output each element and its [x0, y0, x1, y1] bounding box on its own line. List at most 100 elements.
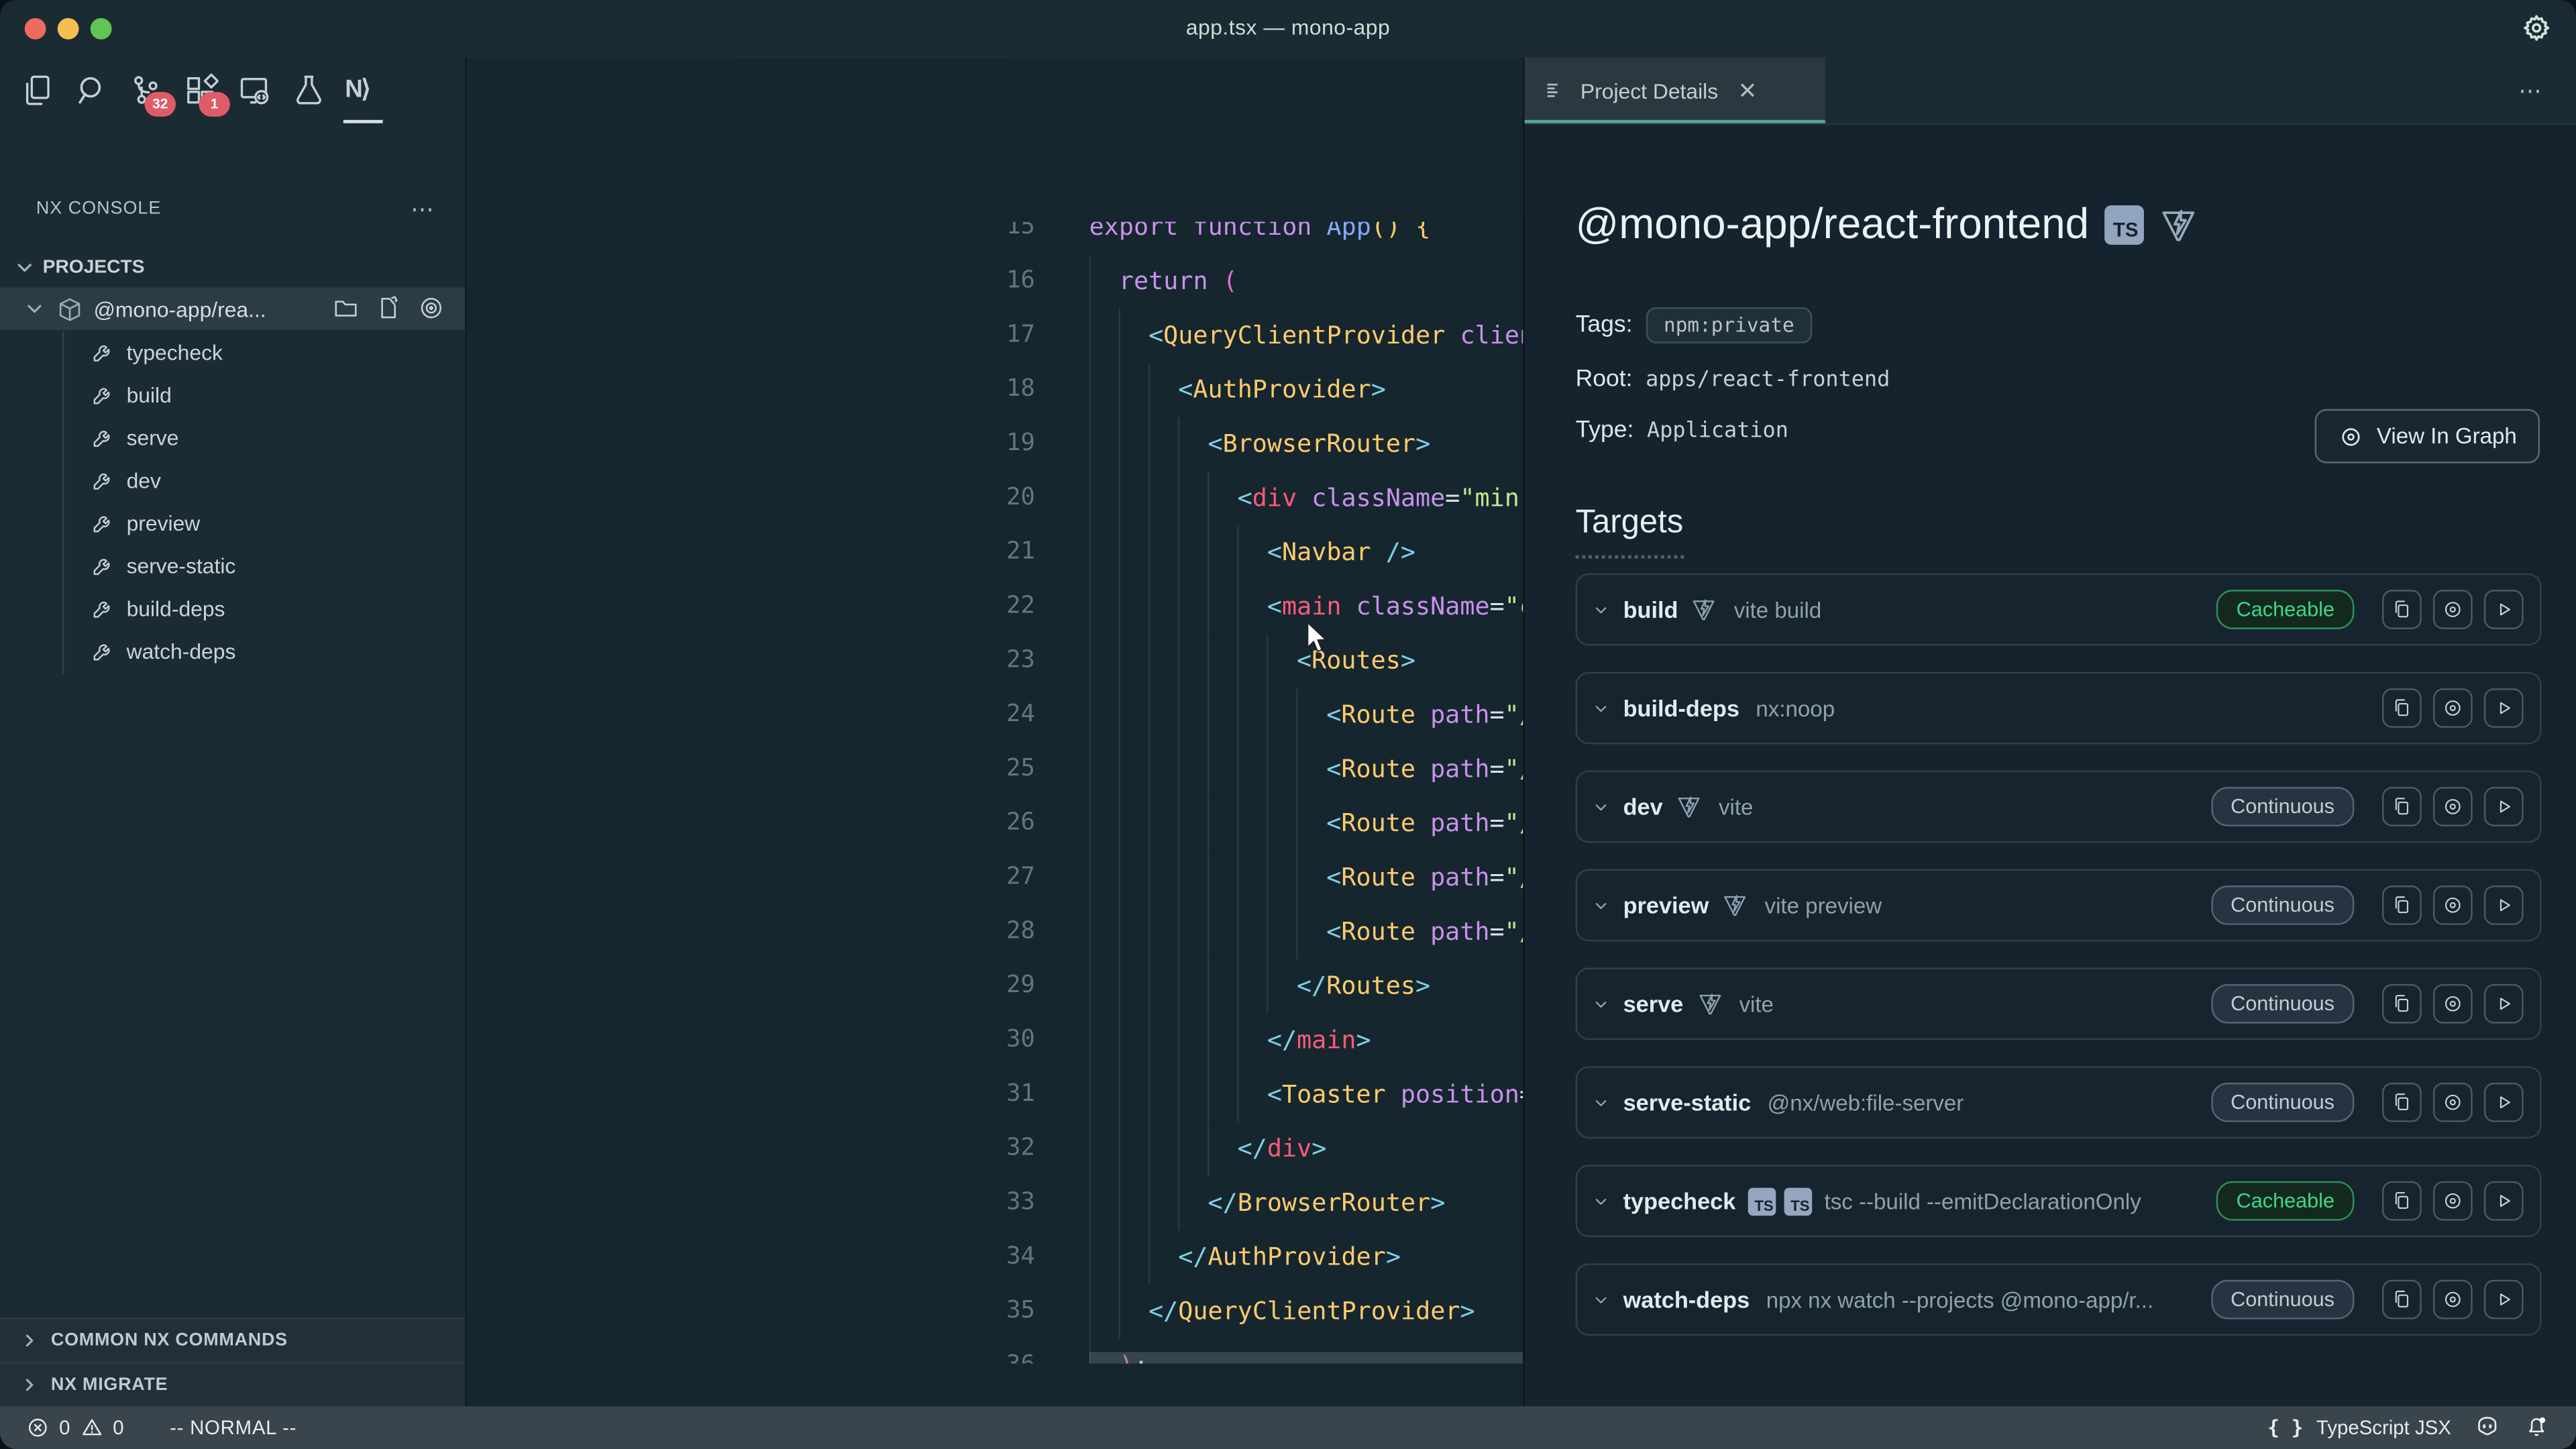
sidebar-section-nx-migrate[interactable]: NX MIGRATE: [0, 1362, 465, 1406]
view-icon: [2441, 696, 2464, 719]
view-button[interactable]: [2433, 688, 2473, 728]
run-button[interactable]: [2484, 984, 2524, 1024]
sidebar-target-build-deps[interactable]: build-deps: [0, 586, 465, 629]
sidebar-section-common-nx-commands[interactable]: COMMON NX COMMANDS: [0, 1318, 465, 1362]
target-name: serve: [1623, 991, 1684, 1017]
chevron-down-icon[interactable]: [1592, 1192, 1610, 1210]
editor-pane[interactable]: 15export function App() {16return (17<Qu…: [467, 58, 1523, 1407]
copy-icon: [2390, 1091, 2413, 1114]
copy-button[interactable]: [2382, 1280, 2422, 1320]
chevron-down-icon[interactable]: [1592, 995, 1610, 1013]
copy-button[interactable]: [2382, 787, 2422, 826]
title-bar: app.tsx — mono-app: [0, 0, 2576, 58]
sidebar-target-build[interactable]: build: [0, 373, 465, 416]
run-button[interactable]: [2484, 1083, 2524, 1122]
view-button[interactable]: [2433, 1181, 2473, 1221]
target-label: watch-deps: [127, 638, 236, 663]
target-command: @nx/web:file-server: [1768, 1090, 2211, 1115]
target-card-dev[interactable]: dev viteContinuous: [1576, 771, 2542, 843]
copy-button[interactable]: [2382, 688, 2422, 728]
sidebar-more-actions[interactable]: ⋯: [411, 195, 435, 223]
view-in-graph-button[interactable]: View In Graph: [2314, 409, 2540, 464]
copy-button[interactable]: [2382, 1181, 2422, 1221]
sidebar-target-typecheck[interactable]: typecheck: [0, 330, 465, 373]
target-card-build-deps[interactable]: build-depsnx:noop: [1576, 672, 2542, 745]
line-number: 16: [933, 255, 1035, 309]
view-button[interactable]: [2433, 885, 2473, 925]
run-button[interactable]: [2484, 1280, 2524, 1320]
remote-explorer-icon[interactable]: [237, 72, 273, 109]
tab-project-details[interactable]: Project Details ✕: [1525, 58, 1825, 123]
settings-gear-icon[interactable]: [2520, 11, 2553, 44]
chevron-down-icon[interactable]: [1592, 600, 1610, 619]
line-number: 33: [933, 1176, 1035, 1230]
search-icon[interactable]: [74, 72, 110, 109]
view-button[interactable]: [2433, 984, 2473, 1024]
chevron-down-icon[interactable]: [1592, 1291, 1610, 1309]
activity-bar: 32 1: [0, 58, 484, 123]
run-button[interactable]: [2484, 590, 2524, 629]
run-button[interactable]: [2484, 1181, 2524, 1221]
target-card-serve[interactable]: serve viteContinuous: [1576, 967, 2542, 1040]
target-card-preview[interactable]: preview vite previewContinuous: [1576, 869, 2542, 942]
open-config-icon[interactable]: [374, 294, 402, 327]
project-row[interactable]: @mono-app/rea...: [0, 288, 465, 331]
notifications-bell-icon[interactable]: [2524, 1412, 2550, 1444]
type-value: Application: [1647, 418, 1788, 443]
target-command: vite: [1739, 991, 2210, 1016]
chevron-down-icon[interactable]: [1592, 1093, 1610, 1112]
copy-button[interactable]: [2382, 885, 2422, 925]
target-card-watch-deps[interactable]: watch-depsnpx nx watch --projects @mono-…: [1576, 1263, 2542, 1336]
panel-more-actions[interactable]: ⋯: [2518, 77, 2543, 105]
view-button[interactable]: [2433, 590, 2473, 629]
copy-button[interactable]: [2382, 590, 2422, 629]
testing-beaker-icon[interactable]: [290, 72, 327, 109]
run-icon: [2492, 1189, 2515, 1212]
copy-icon: [2390, 1189, 2413, 1212]
copy-button[interactable]: [2382, 1083, 2422, 1122]
copy-icon: [2390, 992, 2413, 1015]
target-card-serve-static[interactable]: serve-static@nx/web:file-serverContinuou…: [1576, 1066, 2542, 1138]
target-card-build[interactable]: build vite buildCacheable: [1576, 574, 2542, 646]
sidebar-target-dev[interactable]: dev: [0, 458, 465, 501]
sidebar-target-preview[interactable]: preview: [0, 501, 465, 544]
target-command: tsc --build --emitDeclarationOnly: [1825, 1189, 2217, 1214]
chevron-down-icon[interactable]: [1592, 896, 1610, 914]
source-control-icon[interactable]: 32: [128, 72, 164, 109]
sidebar-target-serve[interactable]: serve: [0, 416, 465, 459]
projects-section-header[interactable]: PROJECTS: [0, 248, 465, 288]
target-label: serve: [127, 425, 179, 449]
target-card-typecheck[interactable]: typecheckTSTStsc --build --emitDeclarati…: [1576, 1165, 2542, 1237]
project-title: @mono-app/react-frontend TS: [1576, 199, 2198, 250]
copilot-icon[interactable]: [2474, 1412, 2500, 1444]
copy-icon: [2390, 795, 2413, 818]
language-mode[interactable]: { } TypeScript JSX: [2267, 1416, 2451, 1439]
run-icon: [2492, 1288, 2515, 1311]
target-command: vite preview: [1765, 893, 2211, 918]
run-button[interactable]: [2484, 787, 2524, 826]
view-button[interactable]: [2433, 1280, 2473, 1320]
target-icon[interactable]: [417, 294, 445, 327]
nx-console-icon[interactable]: N⟩: [345, 72, 381, 109]
target-name: preview: [1623, 892, 1709, 918]
sidebar-target-serve-static[interactable]: serve-static: [0, 544, 465, 587]
view-icon: [2441, 992, 2464, 1015]
run-button[interactable]: [2484, 688, 2524, 728]
problems-status[interactable]: 0 0 -- NORMAL --: [0, 1416, 297, 1439]
extensions-icon[interactable]: 1: [182, 72, 219, 109]
explorer-icon[interactable]: [19, 72, 56, 109]
copy-button[interactable]: [2382, 984, 2422, 1024]
view-button[interactable]: [2433, 1083, 2473, 1122]
folder-icon[interactable]: [332, 294, 360, 327]
sidebar-target-watch-deps[interactable]: watch-deps: [0, 629, 465, 672]
projects-section-label: PROJECTS: [43, 258, 145, 277]
extensions-badge: 1: [199, 92, 230, 117]
line-number: 17: [933, 309, 1035, 363]
close-panel-tab-icon[interactable]: ✕: [1738, 76, 1758, 105]
chevron-down-icon[interactable]: [1592, 699, 1610, 717]
chevron-down-icon[interactable]: [1592, 798, 1610, 816]
line-number: 35: [933, 1285, 1035, 1339]
run-button[interactable]: [2484, 885, 2524, 925]
view-button[interactable]: [2433, 787, 2473, 826]
project-name: @mono-app/rea...: [94, 297, 266, 321]
